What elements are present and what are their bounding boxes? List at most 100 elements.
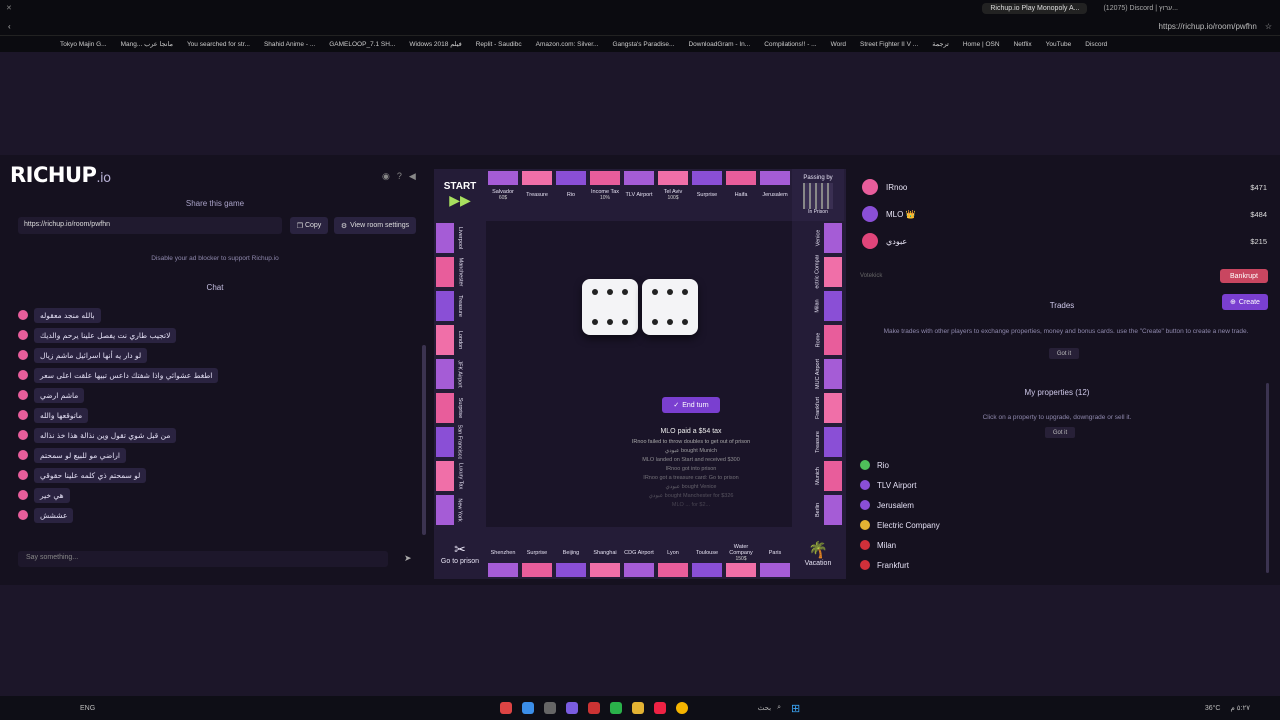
search-label[interactable]: بحث (758, 704, 771, 712)
chrome-icon[interactable] (675, 702, 688, 714)
app-icon[interactable] (521, 702, 534, 714)
board-tile[interactable]: Liverpool (434, 221, 486, 255)
bookmark-item[interactable]: Word (831, 41, 846, 48)
board-tile[interactable]: CDG Airport (622, 527, 656, 579)
app-icon[interactable] (543, 702, 556, 714)
board-tile[interactable]: Treasure (434, 289, 486, 323)
bookmark-item[interactable]: Mang... مانجا عرب (121, 40, 173, 48)
bookmark-item[interactable]: You searched for str... (187, 41, 250, 48)
player-row[interactable]: عبودي $215 (862, 230, 1267, 252)
close-icon[interactable]: ✕ (6, 4, 12, 12)
board-tile[interactable]: Haifa (724, 169, 758, 221)
board-tile[interactable]: New York (434, 493, 486, 527)
player-row[interactable]: IRnoo $471 (862, 176, 1267, 198)
app-icon[interactable] (631, 702, 644, 714)
discord-icon[interactable]: ◉ (382, 171, 390, 182)
trades-got-it-button[interactable]: Got it (1049, 348, 1079, 359)
bookmark-item[interactable]: ترجمة (932, 40, 949, 48)
bookmark-item[interactable]: GAMELOOP_7.1 SH... (329, 41, 395, 48)
property-item[interactable]: Jerusalem (858, 495, 1263, 515)
chat-input[interactable]: Say something... (18, 551, 388, 567)
board-tile[interactable]: Treasure (520, 169, 554, 221)
tab-discord[interactable]: (12075) Discord | ערוץ... (1095, 3, 1186, 14)
bookmark-item[interactable]: Widows 2018 فيلم (409, 40, 461, 48)
properties-scrollbar[interactable] (1266, 383, 1269, 573)
app-icon[interactable] (587, 702, 600, 714)
player-row[interactable]: MLO 👑 $484 (862, 203, 1267, 225)
votekick-button[interactable]: Votekick (860, 273, 882, 279)
board-tile[interactable]: Shenzhen (486, 527, 520, 579)
player-avatar (862, 206, 878, 222)
send-icon[interactable]: ➤ (404, 553, 412, 564)
board-tile[interactable]: Munich (792, 459, 844, 493)
board-tile[interactable]: TLV Airport (622, 169, 656, 221)
windows-icon[interactable]: ⊞ (791, 702, 800, 715)
app-icon[interactable] (565, 702, 578, 714)
board-tile[interactable]: Rome (792, 323, 844, 357)
app-icon[interactable] (609, 702, 622, 714)
board-tile[interactable]: Luxury Tax (434, 459, 486, 493)
bookmark-item[interactable]: Home | OSN (963, 41, 1000, 48)
board-tile[interactable]: Shanghai (588, 527, 622, 579)
board-tile[interactable]: San Francisco (434, 425, 486, 459)
bookmark-item[interactable]: Netflix (1014, 41, 1032, 48)
bookmark-item[interactable]: Discord (1085, 41, 1107, 48)
bookmark-item[interactable]: DownloadGram - In... (688, 41, 750, 48)
copy-button[interactable]: ❐ Copy (290, 217, 328, 234)
property-item[interactable]: Rio (858, 455, 1263, 475)
board-tile[interactable]: Treasure (792, 425, 844, 459)
bookmark-item[interactable]: Tokyo Majin G... (60, 41, 107, 48)
board-tile[interactable]: Rio (554, 169, 588, 221)
create-trade-button[interactable]: ⊕ Create (1222, 294, 1268, 310)
bookmark-item[interactable]: Street Fighter II V ... (860, 41, 918, 48)
board-tile[interactable]: Lyon (656, 527, 690, 579)
board-tile[interactable]: Tel Aviv 100$ (656, 169, 690, 221)
property-item[interactable]: Electric Company (858, 515, 1263, 535)
bookmark-item[interactable]: Compilations!! - ... (764, 41, 816, 48)
board-tile[interactable]: Income Tax 10% (588, 169, 622, 221)
property-item[interactable]: Milan (858, 535, 1263, 555)
board-tile[interactable]: Electric Company (792, 255, 844, 289)
bookmark-item[interactable]: Gangsta's Paradise... (612, 41, 674, 48)
url-field[interactable]: https://richup.io/room/pwfhn (1159, 22, 1257, 31)
chat-scrollbar[interactable] (422, 345, 426, 535)
bookmark-item[interactable]: Replit - Saudibc (476, 41, 522, 48)
board-tile[interactable]: Venice (792, 221, 844, 255)
tab-richup[interactable]: Richup.io Play Monopoly A... (982, 2, 1088, 14)
bankrupt-button[interactable]: Bankrupt (1220, 269, 1268, 283)
tile-label: New York (457, 498, 463, 522)
board-tile[interactable]: Manchester (434, 255, 486, 289)
board-tile[interactable]: London (434, 323, 486, 357)
property-item[interactable]: Frankfurt (858, 555, 1263, 575)
search-icon[interactable]: ⌕ (777, 704, 781, 712)
board-tile[interactable]: Jerusalem (758, 169, 792, 221)
board-tile[interactable]: Salvador 60$ (486, 169, 520, 221)
board-tile[interactable]: Paris (758, 527, 792, 579)
room-settings-button[interactable]: ⚙ View room settings (334, 217, 416, 234)
star-icon[interactable]: ☆ (1265, 22, 1272, 31)
app-icon[interactable] (499, 702, 512, 714)
bookmark-item[interactable]: Shahid Anime - ... (264, 41, 315, 48)
end-turn-button[interactable]: ✓ End turn (662, 397, 720, 413)
sound-icon[interactable]: ◀ (409, 171, 416, 182)
share-url-input[interactable]: https://richup.io/room/pwfhn (18, 217, 282, 234)
board-tile[interactable]: Water Company 150$ (724, 527, 758, 579)
property-item[interactable]: TLV Airport (858, 475, 1263, 495)
bookmark-item[interactable]: YouTube (1046, 41, 1072, 48)
properties-got-it-button[interactable]: Got it (1045, 427, 1075, 438)
board-tile[interactable]: Surprise (434, 391, 486, 425)
board-tile[interactable]: Surprise (520, 527, 554, 579)
board-tile[interactable]: Milan (792, 289, 844, 323)
language-indicator[interactable]: ENG (80, 705, 95, 712)
bookmark-item[interactable]: Amazon.com: Silver... (536, 41, 599, 48)
app-icon[interactable] (653, 702, 666, 714)
board-tile[interactable]: Frankfurt (792, 391, 844, 425)
board-tile[interactable]: Berlin (792, 493, 844, 527)
board-tile[interactable]: Beijing (554, 527, 588, 579)
back-icon[interactable]: ‹ (8, 22, 11, 31)
board-tile[interactable]: Surprise (690, 169, 724, 221)
board-tile[interactable]: Toulouse (690, 527, 724, 579)
help-icon[interactable]: ? (397, 171, 402, 182)
board-tile[interactable]: JFK Airport (434, 357, 486, 391)
board-tile[interactable]: MUC Airport (792, 357, 844, 391)
